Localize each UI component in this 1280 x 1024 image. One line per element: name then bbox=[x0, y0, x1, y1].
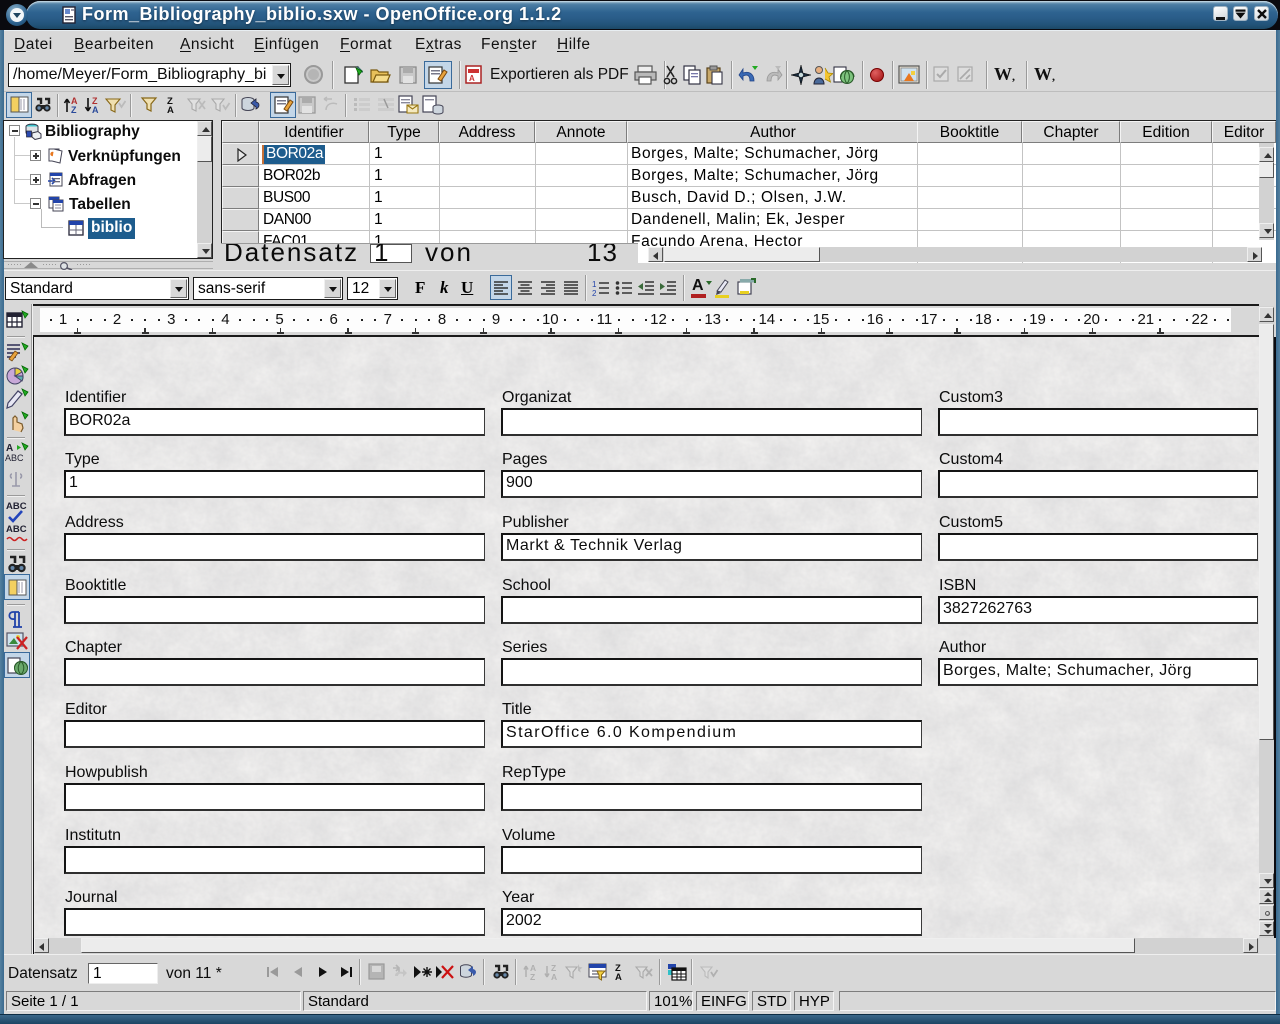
svg-text:1: 1 bbox=[592, 280, 597, 289]
svg-text:A: A bbox=[92, 105, 99, 115]
svg-text:Z: Z bbox=[71, 105, 77, 115]
svg-text:Z: Z bbox=[530, 972, 535, 982]
svg-text:2: 2 bbox=[592, 289, 597, 297]
svg-text:A: A bbox=[551, 972, 557, 982]
svg-text:A: A bbox=[469, 74, 475, 83]
svg-text:A: A bbox=[167, 105, 174, 115]
svg-text:ABC: ABC bbox=[6, 524, 27, 535]
svg-text:ABC: ABC bbox=[5, 453, 24, 463]
svg-text:A: A bbox=[615, 972, 622, 982]
svg-text:ABC: ABC bbox=[6, 501, 27, 512]
